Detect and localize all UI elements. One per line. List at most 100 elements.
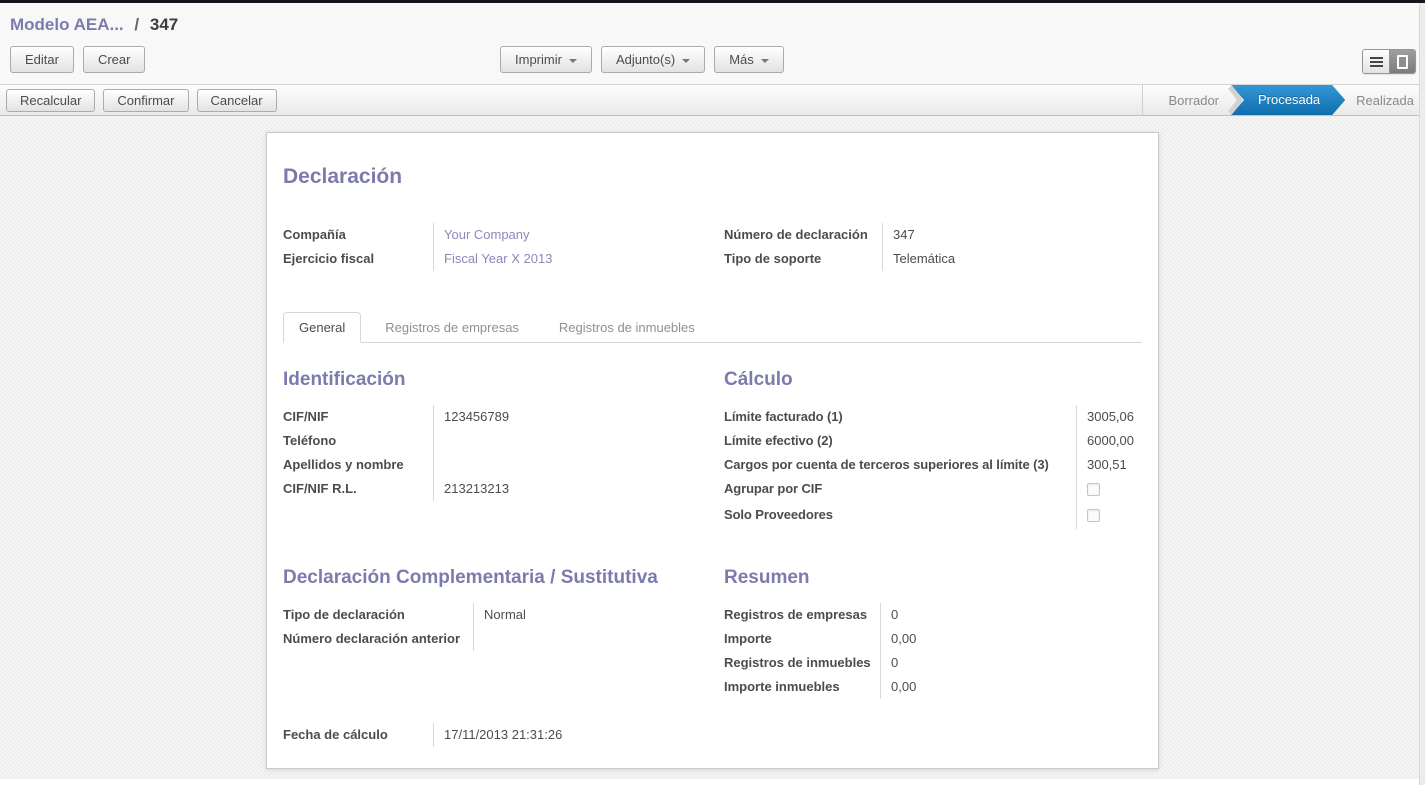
tipo-declaracion-value: Normal: [473, 603, 724, 627]
footer-field: Fecha de cálculo 17/11/2013 21:31:26: [283, 723, 724, 747]
state-separator-icon: [1228, 85, 1242, 115]
field-row-agrupar-por-cif: Agrupar por CIF: [724, 477, 1142, 503]
tab-registros-de-inmuebles[interactable]: Registros de inmuebles: [543, 312, 711, 343]
list-view-button[interactable]: [1363, 50, 1389, 73]
registros-inmuebles-label: Registros de inmuebles: [724, 651, 880, 675]
apellidos-nombre-label: Apellidos y nombre: [283, 453, 433, 477]
field-row-ejercicio-fiscal: Ejercicio fiscal Fiscal Year X 2013: [283, 247, 724, 271]
create-button[interactable]: Crear: [83, 46, 146, 73]
field-row-registros-inmuebles: Registros de inmuebles 0: [724, 651, 1142, 675]
page-title: Declaración: [283, 165, 1142, 189]
record-action-buttons: Editar Crear: [10, 46, 145, 73]
importe-value: 0,00: [880, 627, 1142, 651]
recalculate-button[interactable]: Recalcular: [6, 89, 95, 112]
field-row-numero-declaracion: Número de declaración 347: [724, 223, 1142, 247]
agrupar-por-cif-checkbox[interactable]: [1087, 483, 1100, 496]
fecha-calculo-value: 17/11/2013 21:31:26: [433, 723, 724, 747]
header-fields-right: Número de declaración 347 Tipo de soport…: [724, 223, 1142, 271]
importe-inmuebles-label: Importe inmuebles: [724, 675, 880, 699]
tab-registros-de-empresas[interactable]: Registros de empresas: [369, 312, 535, 343]
resumen-title: Resumen: [724, 567, 1142, 589]
view-switcher: [1362, 49, 1416, 74]
more-dropdown-button[interactable]: Más: [714, 46, 784, 73]
complementaria-title: Declaración Complementaria / Sustitutiva: [283, 567, 724, 589]
breadcrumb-separator: /: [134, 15, 139, 34]
breadcrumb-current: 347: [150, 15, 178, 34]
attachments-dropdown-button[interactable]: Adjunto(s): [601, 46, 705, 73]
cif-nif-rl-value: 213213213: [433, 477, 724, 501]
field-row-fecha-calculo: Fecha de cálculo 17/11/2013 21:31:26: [283, 723, 724, 747]
compania-value-link[interactable]: Your Company: [433, 223, 724, 247]
solo-proveedores-cell: [1076, 503, 1142, 529]
header-fields-left: Compañía Your Company Ejercicio fiscal F…: [283, 223, 724, 271]
action-button-row: Editar Crear Imprimir Adjunto(s) Más: [0, 39, 1425, 84]
edit-button[interactable]: Editar: [10, 46, 74, 73]
agrupar-por-cif-label: Agrupar por CIF: [724, 477, 1076, 503]
numero-declaracion-value: 347: [882, 223, 1142, 247]
field-row-cif-nif-rl: CIF/NIF R.L. 213213213: [283, 477, 724, 501]
cargos-terceros-label: Cargos por cuenta de terceros superiores…: [724, 453, 1076, 477]
numero-declaracion-anterior-value: [473, 627, 724, 651]
view-manager-header: Modelo AEA... / 347 Editar Crear Imprimi…: [0, 3, 1425, 84]
dropdown-caret-icon: [761, 59, 769, 63]
print-label: Imprimir: [515, 52, 562, 67]
field-row-solo-proveedores: Solo Proveedores: [724, 503, 1142, 529]
registros-empresas-label: Registros de empresas: [724, 603, 880, 627]
telefono-value: [433, 429, 724, 453]
form-view-button[interactable]: [1389, 50, 1415, 73]
registros-empresas-value: 0: [880, 603, 1142, 627]
confirm-button[interactable]: Confirmar: [103, 89, 188, 112]
field-row-cif-nif: CIF/NIF 123456789: [283, 405, 724, 429]
form-sheet: Declaración Compañía Your Company Ejerci…: [266, 132, 1159, 769]
dropdown-caret-icon: [569, 59, 577, 63]
workflow-buttons: Recalcular Confirmar Cancelar: [0, 89, 277, 112]
registros-inmuebles-value: 0: [880, 651, 1142, 675]
tab-general[interactable]: General: [283, 312, 361, 343]
header-fields: Compañía Your Company Ejercicio fiscal F…: [283, 223, 1142, 271]
limite-facturado-value: 3005,06: [1076, 405, 1142, 429]
complementaria-section: Declaración Complementaria / Sustitutiva…: [283, 567, 724, 699]
field-row-tipo-declaracion: Tipo de declaración Normal: [283, 603, 724, 627]
section-row-2: Declaración Complementaria / Sustitutiva…: [283, 567, 1142, 699]
telefono-label: Teléfono: [283, 429, 433, 453]
solo-proveedores-label: Solo Proveedores: [724, 503, 1076, 529]
field-row-compania: Compañía Your Company: [283, 223, 724, 247]
utility-buttons: Imprimir Adjunto(s) Más: [500, 46, 784, 73]
notebook-tabs: General Registros de empresas Registros …: [283, 311, 1142, 343]
tipo-soporte-label: Tipo de soporte: [724, 247, 882, 271]
importe-inmuebles-value: 0,00: [880, 675, 1142, 699]
statusbar: Borrador Procesada Realizada: [1142, 85, 1425, 115]
agrupar-por-cif-cell: [1076, 477, 1142, 503]
more-label: Más: [729, 52, 754, 67]
cif-nif-rl-label: CIF/NIF R.L.: [283, 477, 433, 501]
tipo-declaracion-label: Tipo de declaración: [283, 603, 473, 627]
cif-nif-label: CIF/NIF: [283, 405, 433, 429]
resumen-section: Resumen Registros de empresas 0 Importe …: [724, 567, 1142, 699]
solo-proveedores-checkbox[interactable]: [1087, 509, 1100, 522]
form-icon: [1397, 55, 1408, 69]
field-row-limite-facturado: Límite facturado (1) 3005,06: [724, 405, 1142, 429]
print-dropdown-button[interactable]: Imprimir: [500, 46, 592, 73]
breadcrumb-parent-link[interactable]: Modelo AEA...: [10, 15, 124, 34]
field-row-importe-inmuebles: Importe inmuebles 0,00: [724, 675, 1142, 699]
breadcrumb: Modelo AEA... / 347: [0, 3, 1425, 39]
field-row-registros-empresas: Registros de empresas 0: [724, 603, 1142, 627]
state-realizada: Realizada: [1345, 93, 1425, 108]
odoo-form-view: { "breadcrumb": { "parent": "Modelo AEA.…: [0, 0, 1425, 785]
field-row-limite-efectivo: Límite efectivo (2) 6000,00: [724, 429, 1142, 453]
compania-label: Compañía: [283, 223, 433, 247]
limite-efectivo-label: Límite efectivo (2): [724, 429, 1076, 453]
tipo-soporte-value: Telemática: [882, 247, 1142, 271]
numero-declaracion-label: Número de declaración: [724, 223, 882, 247]
identificacion-section: Identificación CIF/NIF 123456789 Teléfon…: [283, 369, 724, 529]
field-row-importe: Importe 0,00: [724, 627, 1142, 651]
identificacion-title: Identificación: [283, 369, 724, 391]
limite-efectivo-value: 6000,00: [1076, 429, 1142, 453]
apellidos-nombre-value: [433, 453, 724, 477]
workflow-status-row: Recalcular Confirmar Cancelar Borrador P…: [0, 84, 1425, 116]
ejercicio-fiscal-value-link[interactable]: Fiscal Year X 2013: [433, 247, 724, 271]
scrollbar-track[interactable]: [1419, 3, 1425, 785]
cancel-button[interactable]: Cancelar: [197, 89, 277, 112]
state-borrador: Borrador: [1157, 93, 1230, 108]
calculo-title: Cálculo: [724, 369, 1142, 391]
